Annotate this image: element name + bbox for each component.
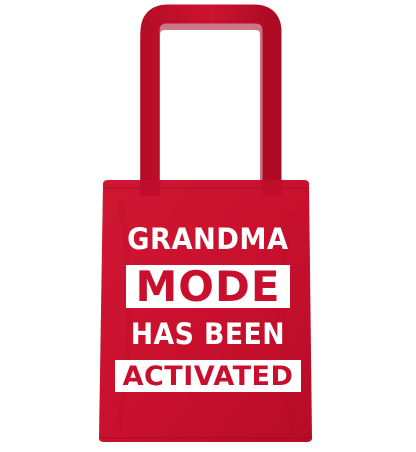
bag-handle bbox=[140, 4, 282, 194]
product-photo bbox=[0, 0, 416, 448]
tote-bag-illustration bbox=[99, 4, 312, 442]
bag-handle-back bbox=[140, 10, 280, 192]
